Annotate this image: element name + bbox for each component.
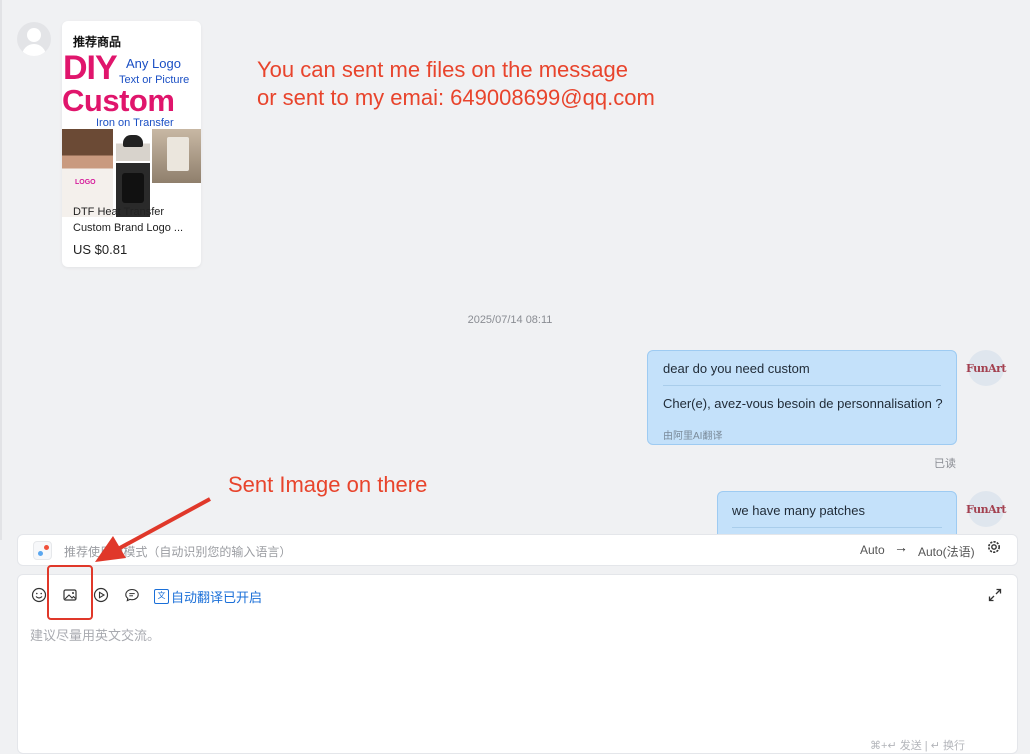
source-language[interactable]: Auto bbox=[860, 543, 885, 557]
message-input[interactable] bbox=[28, 623, 992, 727]
message-text: dear do you need custom bbox=[663, 361, 810, 376]
send-shortcut-hint: ⌘+↵ 发送 | ↵ 换行 bbox=[870, 740, 965, 752]
sent-message-bubble[interactable]: we have many patches bbox=[717, 491, 957, 540]
smile-icon[interactable] bbox=[31, 587, 47, 603]
product-price: US $0.81 bbox=[73, 242, 128, 257]
product-photo-logo-text: LOGO bbox=[75, 179, 96, 186]
auto-translate-label: 自动翻译已开启 bbox=[171, 590, 263, 605]
message-text: we have many patches bbox=[732, 503, 865, 518]
message-translation: Cher(e), avez-vous besoin de personnalis… bbox=[663, 396, 943, 411]
translation-mode-hint[interactable]: 推荐使用AI模式（自动识别您的输入语言） bbox=[64, 543, 291, 560]
product-name-line-2: Custom Brand Logo ... bbox=[73, 222, 184, 234]
product-image-any-logo-text: Any Logo bbox=[126, 56, 181, 71]
read-status: 已读 bbox=[934, 458, 956, 470]
gear-icon[interactable] bbox=[986, 539, 1002, 560]
product-photo-cap bbox=[116, 129, 150, 161]
product-name[interactable]: DTF Heat Transfer Custom Brand Logo ... bbox=[73, 204, 195, 236]
translation-mode-bar: 推荐使用AI模式（自动识别您的输入语言） Auto → Auto(法语) bbox=[17, 534, 1018, 566]
chat-history: 推荐商品 DIY Any Logo Text or Picture Custom… bbox=[0, 0, 1030, 540]
chat-bubble-icon[interactable] bbox=[124, 587, 140, 603]
annotation-bottom: Sent Image on there bbox=[228, 472, 428, 497]
ai-logo-icon bbox=[33, 541, 52, 560]
image-button-highlight bbox=[47, 565, 93, 620]
product-card[interactable]: 推荐商品 DIY Any Logo Text or Picture Custom… bbox=[62, 21, 201, 267]
left-divider bbox=[0, 0, 2, 540]
product-image[interactable]: DIY Any Logo Text or Picture Custom Iron… bbox=[62, 53, 201, 217]
expand-icon[interactable] bbox=[987, 587, 1003, 603]
message-timestamp: 2025/07/14 08:11 bbox=[467, 314, 553, 326]
seller-avatar[interactable]: FunArt bbox=[966, 350, 1007, 386]
annotation-top-line-2: or sent to my emai: 649008699@qq.com bbox=[257, 85, 655, 110]
annotation-top: You can sent me files on the message or … bbox=[257, 56, 655, 112]
product-image-iron-on-text: Iron on Transfer bbox=[96, 117, 174, 129]
product-card-heading: 推荐商品 bbox=[73, 35, 122, 49]
annotation-top-line-1: You can sent me files on the message bbox=[257, 57, 628, 82]
play-icon[interactable] bbox=[93, 587, 109, 603]
customer-avatar[interactable] bbox=[17, 22, 51, 56]
product-name-line-1: DTF Heat Transfer bbox=[73, 206, 165, 218]
message-divider bbox=[663, 385, 941, 386]
translation-credit: 由阿里AI翻译 bbox=[663, 431, 723, 442]
message-composer: 文 自动翻译已开启 ⌘+↵ 发送 | ↵ 换行 bbox=[17, 574, 1018, 754]
target-language[interactable]: Auto(法语) bbox=[918, 543, 975, 560]
auto-translate-toggle[interactable]: 文 自动翻译已开启 bbox=[154, 587, 262, 606]
product-image-custom-text: Custom bbox=[62, 83, 175, 118]
message-divider bbox=[732, 527, 942, 528]
sent-message-bubble[interactable]: dear do you need custom Cher(e), avez-vo… bbox=[647, 350, 957, 445]
translate-icon: 文 bbox=[154, 589, 169, 604]
product-photo-bag bbox=[152, 129, 201, 183]
seller-avatar[interactable]: FunArt bbox=[966, 491, 1007, 527]
arrow-right-icon: → bbox=[894, 539, 908, 555]
